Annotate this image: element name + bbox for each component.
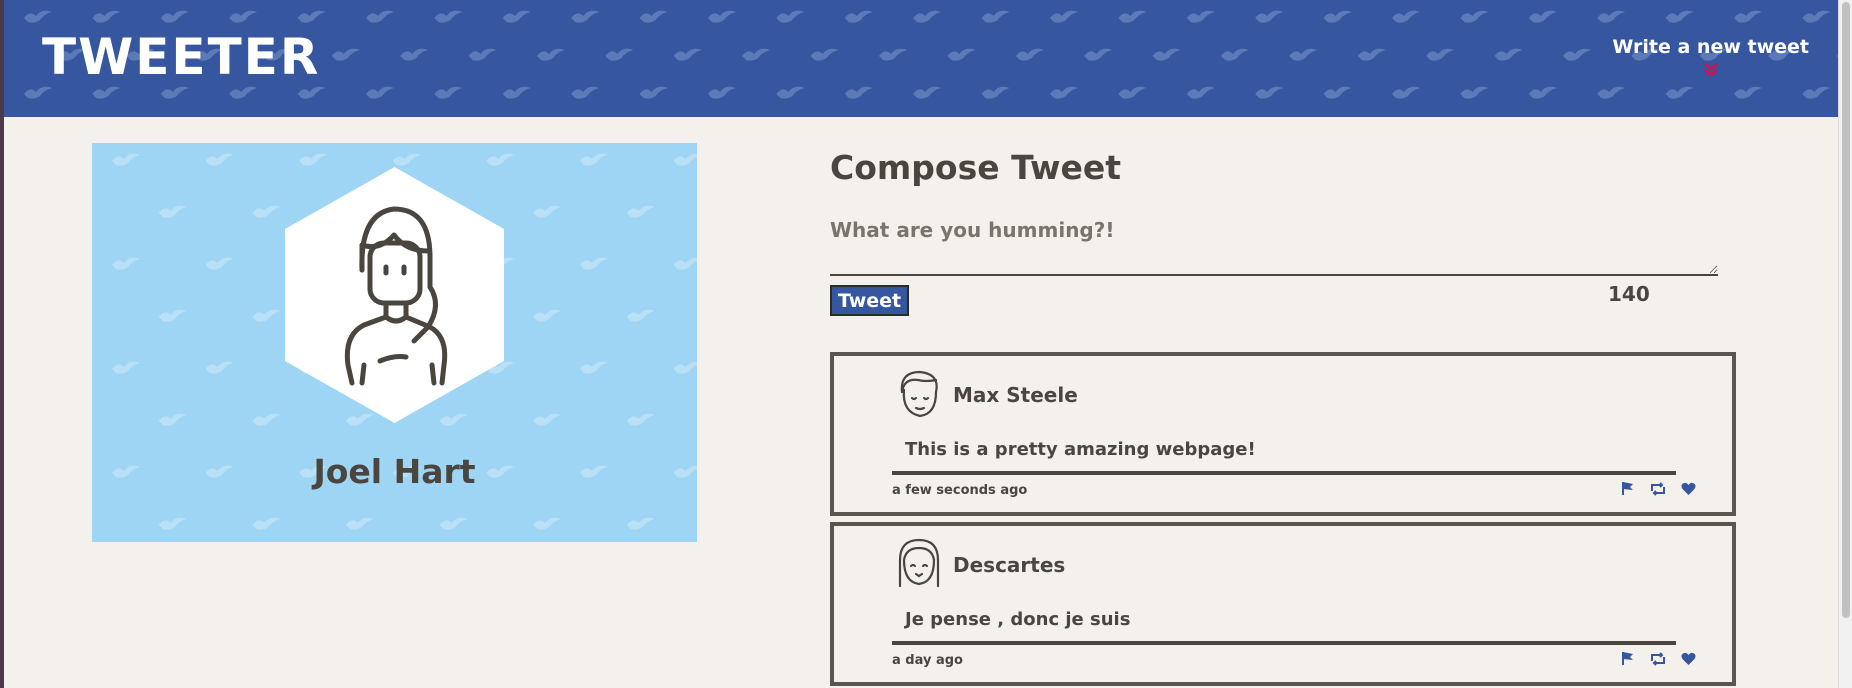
character-counter: 140 [1608, 282, 1650, 306]
scrollbar-thumb[interactable] [1842, 2, 1850, 618]
tweet-divider [892, 471, 1676, 475]
tweet-divider [892, 641, 1676, 645]
double-chevron-down-icon [1703, 62, 1718, 77]
profile-card: Joel Hart [92, 143, 697, 542]
site-header: TWEETER Write a new tweet [4, 0, 1839, 117]
flag-icon[interactable] [1621, 651, 1635, 666]
heart-icon[interactable] [1681, 652, 1696, 666]
retweet-icon[interactable] [1649, 481, 1667, 496]
write-new-tweet-label: Write a new tweet [1612, 36, 1809, 58]
app-logo[interactable]: TWEETER [42, 28, 320, 86]
tweet-body: Je pense , donc je suis [905, 609, 1131, 630]
tweet-submit-button[interactable]: Tweet [830, 285, 909, 316]
page-scrollbar[interactable] [1838, 0, 1852, 688]
tweet-avatar [898, 538, 940, 588]
flag-icon[interactable] [1621, 481, 1635, 496]
tweet-body: This is a pretty amazing webpage! [905, 439, 1256, 460]
write-new-tweet-toggle[interactable]: Write a new tweet [1612, 36, 1809, 78]
compose-title: Compose Tweet [830, 148, 1121, 187]
profile-name: Joel Hart [313, 452, 476, 491]
heart-icon[interactable] [1681, 482, 1696, 496]
tweet-avatar [900, 370, 938, 418]
tweet-card: Max Steele This is a pretty amazing webp… [830, 352, 1736, 516]
tweet-timestamp: a few seconds ago [892, 483, 1028, 498]
tweet-text-input[interactable] [830, 218, 1718, 276]
tweet-author-name: Descartes [953, 553, 1066, 577]
tweet-timestamp: a day ago [892, 653, 963, 668]
tweet-author-name: Max Steele [953, 383, 1078, 407]
tweet-card: Descartes Je pense , donc je suis a day … [830, 522, 1736, 686]
profile-avatar [285, 167, 504, 423]
retweet-icon[interactable] [1649, 651, 1667, 666]
tweet-actions [1621, 481, 1696, 496]
tweet-actions [1621, 651, 1696, 666]
